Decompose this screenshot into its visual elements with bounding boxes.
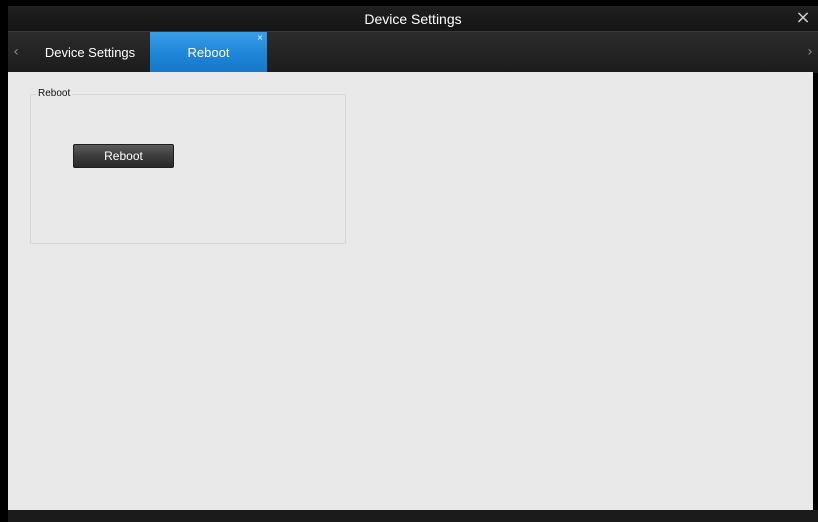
tab-reboot[interactable]: Reboot × [150, 32, 267, 73]
tab-bar: ‹ Device Settings Reboot × › [8, 31, 818, 73]
tab-close-icon[interactable]: × [257, 33, 263, 45]
content-panel: Reboot Reboot [8, 72, 813, 510]
chevron-right-icon[interactable]: › [802, 32, 818, 73]
tab-label: Reboot [187, 45, 230, 60]
app-window: Device Settings × ‹ Device Settings Rebo… [0, 0, 818, 522]
chevron-left-icon[interactable]: ‹ [8, 32, 24, 73]
bottom-bar [8, 510, 818, 522]
title-bar: Device Settings × [8, 6, 818, 31]
reboot-group: Reboot Reboot [30, 88, 346, 244]
window-title: Device Settings [364, 10, 462, 27]
close-icon[interactable]: × [794, 8, 812, 28]
group-label: Reboot [36, 88, 73, 100]
tab-label: Device Settings [44, 45, 136, 60]
reboot-button[interactable]: Reboot [73, 144, 174, 168]
tab-device-settings[interactable]: Device Settings [32, 32, 148, 73]
